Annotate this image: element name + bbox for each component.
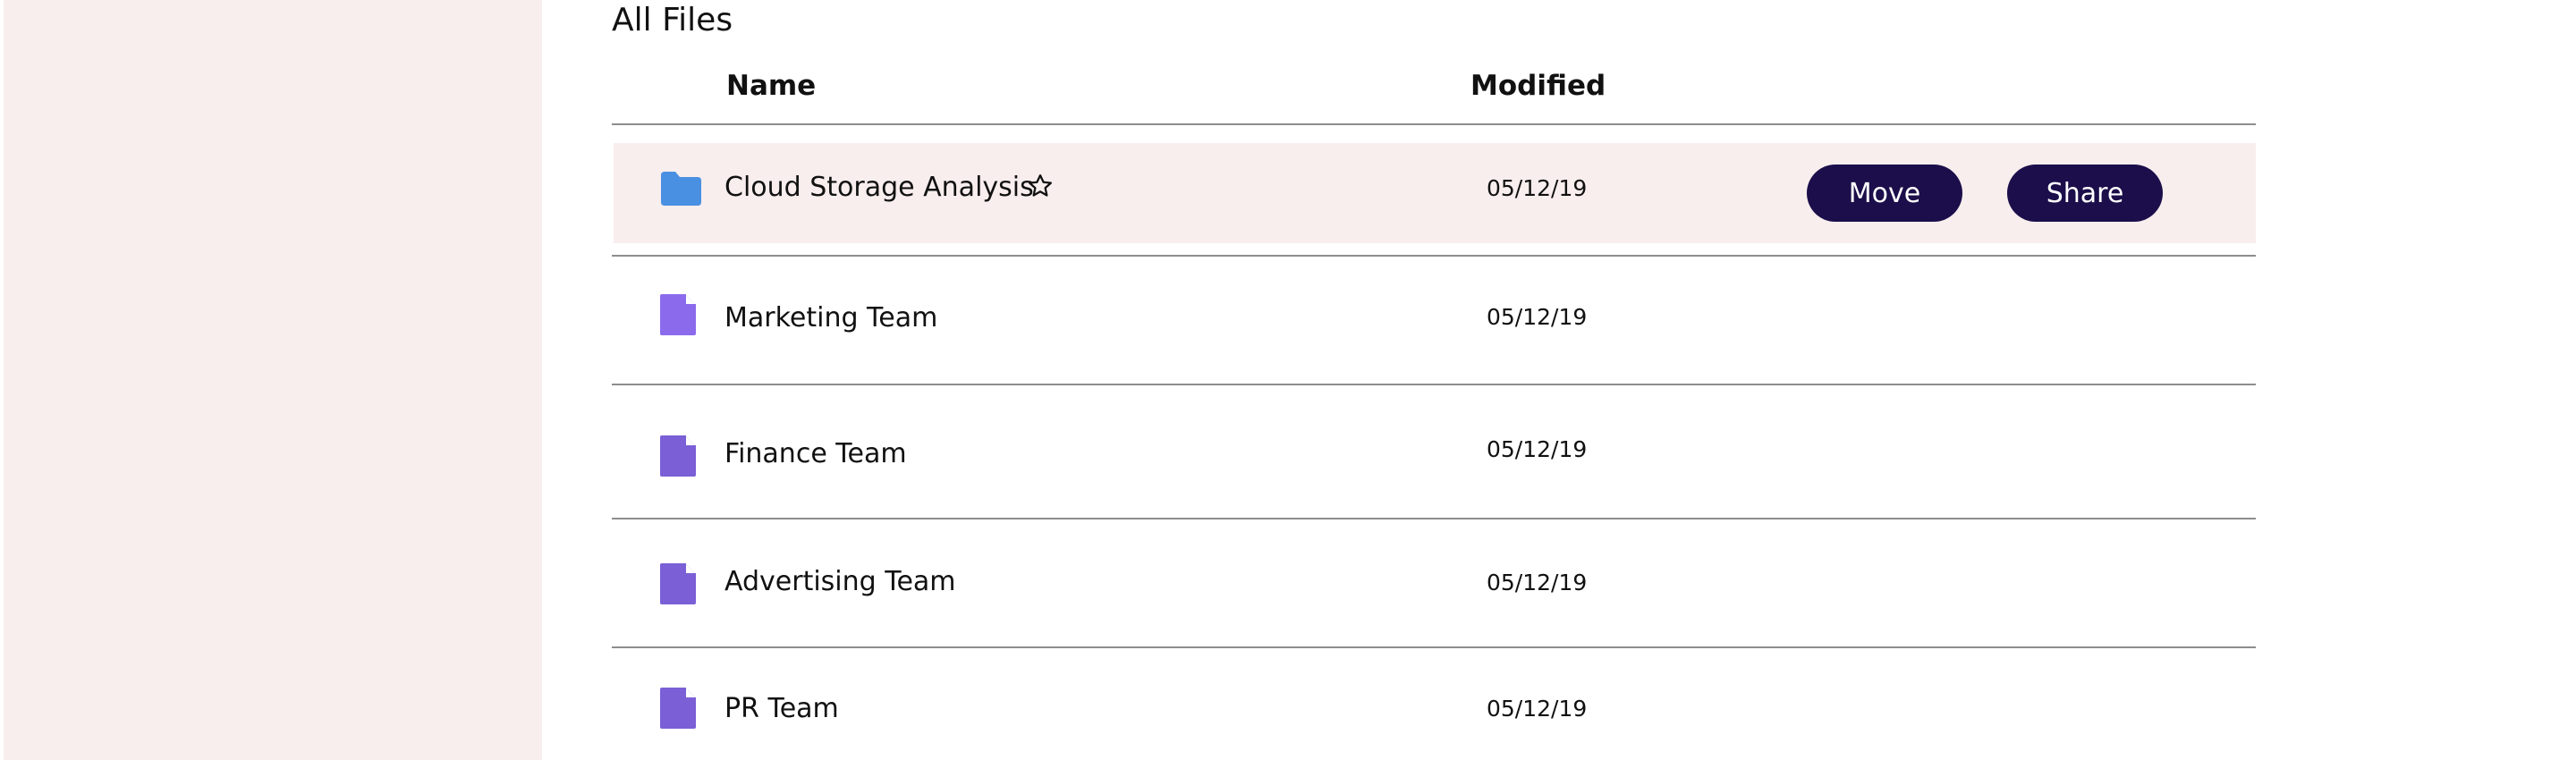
star-icon[interactable]	[1027, 173, 1054, 203]
modified-date: 05/12/19	[1487, 570, 1588, 595]
file-row-pr-team[interactable]: PR Team 05/12/19	[614, 648, 2256, 760]
file-name[interactable]: Marketing Team	[724, 302, 937, 334]
modified-date: 05/12/19	[1487, 175, 1588, 201]
file-name[interactable]: Finance Team	[724, 438, 907, 469]
file-name[interactable]: Advertising Team	[724, 566, 956, 597]
column-header-name[interactable]: Name	[726, 70, 816, 102]
modified-date: 05/12/19	[1487, 696, 1588, 722]
file-row-finance-team[interactable]: Finance Team 05/12/19	[614, 385, 2256, 518]
file-name[interactable]: Cloud Storage Analysis	[724, 172, 1034, 203]
file-row-marketing-team[interactable]: Marketing Team 05/12/19	[614, 257, 2256, 382]
move-button[interactable]: Move	[1807, 165, 1962, 222]
document-icon	[658, 562, 698, 610]
share-button[interactable]: Share	[2007, 165, 2163, 222]
document-icon	[658, 686, 698, 734]
file-row-advertising-team[interactable]: Advertising Team 05/12/19	[614, 519, 2256, 646]
file-row-cloud-storage-analysis[interactable]: Cloud Storage Analysis 05/12/19 Move Sha…	[614, 143, 2256, 243]
document-icon	[658, 292, 698, 341]
modified-date: 05/12/19	[1487, 304, 1588, 330]
section-title: All Files	[612, 2, 733, 38]
modified-date: 05/12/19	[1487, 436, 1588, 462]
column-header-modified[interactable]: Modified	[1470, 70, 1606, 102]
document-icon	[658, 434, 698, 482]
sidebar	[4, 0, 542, 760]
header-divider	[612, 123, 2256, 125]
file-name[interactable]: PR Team	[724, 693, 839, 724]
folder-icon	[658, 170, 703, 211]
